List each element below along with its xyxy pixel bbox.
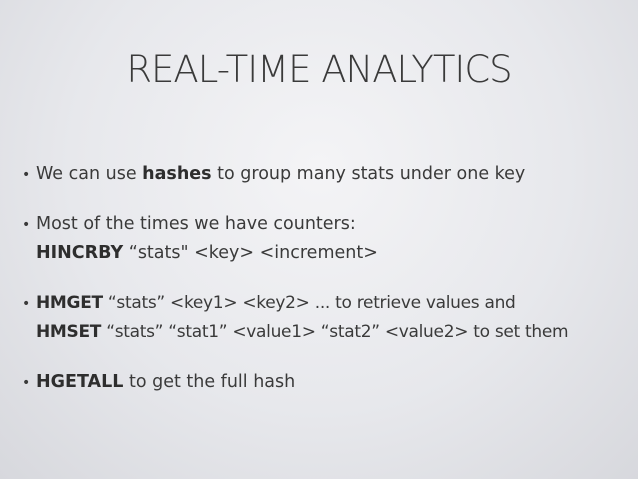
command-hmset: HMSET	[36, 322, 102, 342]
command-hmget: HMGET	[36, 293, 103, 313]
bullet-dot-icon: •	[22, 167, 31, 183]
slide: REAL-TIME ANALYTICS • We can use hashes t…	[0, 0, 638, 479]
bullet-line: HINCRBY “stats" <key> <increment>	[22, 239, 378, 267]
bullet-line: • Most of the times we have counters:	[22, 210, 378, 239]
bullet-line: HMSET “stats” “stat1” <value1> “stat2” <…	[22, 318, 569, 346]
slide-title: REAL-TIME ANALYTICS	[126, 48, 512, 91]
keyword-hashes: hashes	[142, 164, 212, 184]
bullet-dot-icon: •	[22, 296, 30, 312]
text-run: “stats” “stat1” <value1> “stat2” <value2…	[101, 322, 569, 342]
bullet-line: • HGETALL to get the full hash	[22, 368, 295, 397]
bullet-dot-icon: •	[22, 217, 31, 233]
text-run: to group many stats under one key	[211, 164, 526, 184]
bullet-line: • We can use hashes to group many stats u…	[22, 160, 525, 189]
text-run: Most of the times we have counters:	[36, 214, 356, 234]
text-run: “stats” <key1> <key2> ... to retrieve va…	[102, 293, 516, 313]
bullet-item-3: • HMGET “stats” <key1> <key2> ... to retr…	[22, 289, 569, 346]
command-hgetall: HGETALL	[36, 372, 124, 392]
bullet-item-1: • We can use hashes to group many stats u…	[22, 160, 525, 189]
bullet-line: • HMGET “stats” <key1> <key2> ... to retr…	[22, 289, 568, 318]
text-run: We can use	[36, 164, 143, 184]
text-run: “stats" <key> <increment>	[123, 243, 378, 263]
bullet-dot-icon: •	[22, 375, 31, 391]
bullet-item-4: • HGETALL to get the full hash	[22, 368, 295, 397]
text-run: to get the full hash	[123, 372, 296, 392]
bullet-item-2: • Most of the times we have counters: HIN…	[22, 210, 378, 267]
command-hincrby: HINCRBY	[36, 243, 124, 263]
